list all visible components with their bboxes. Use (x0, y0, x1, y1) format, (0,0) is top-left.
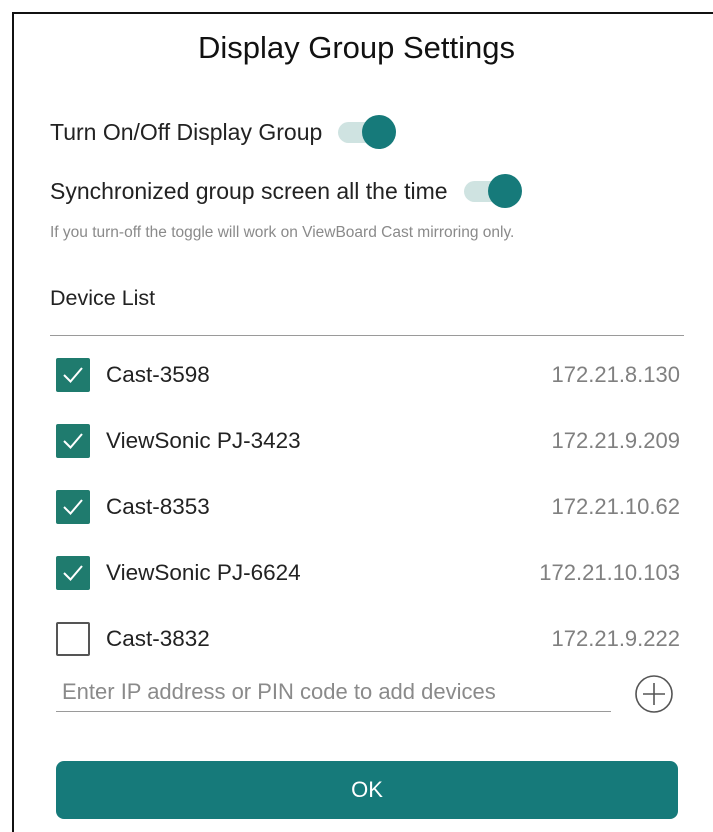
sync-group-row: Synchronized group screen all the time (50, 173, 522, 209)
device-row: ViewSonic PJ-6624 172.21.10.103 (56, 555, 680, 591)
display-group-label: Turn On/Off Display Group (50, 118, 323, 145)
add-device-input[interactable] (56, 672, 611, 712)
sync-group-label: Synchronized group screen all the time (50, 177, 448, 204)
sync-note: If you turn-off the toggle will work on … (50, 224, 515, 241)
check-icon (63, 367, 83, 383)
check-icon (63, 565, 83, 581)
device-checkbox[interactable] (56, 358, 90, 392)
device-checkbox[interactable] (56, 622, 90, 656)
check-icon (63, 499, 83, 515)
ok-button[interactable]: OK (56, 761, 678, 819)
dialog-title: Display Group Settings (197, 30, 516, 65)
device-ip: 172.21.9.222 (551, 626, 680, 651)
check-icon (63, 433, 83, 449)
device-name: Cast-3832 (106, 626, 210, 651)
device-row: Cast-8353 172.21.10.62 (56, 489, 680, 525)
display-group-toggle[interactable] (338, 114, 397, 150)
device-row: ViewSonic PJ-3423 172.21.9.209 (56, 423, 680, 459)
device-ip: 172.21.10.103 (539, 560, 680, 585)
plus-circle-icon[interactable] (634, 674, 674, 714)
toggle-knob (362, 115, 397, 149)
toggle-knob (487, 174, 522, 208)
device-checkbox[interactable] (56, 556, 90, 590)
device-name: ViewSonic PJ-6624 (106, 560, 301, 585)
device-row: Cast-3832 172.21.9.222 (56, 621, 680, 657)
divider (50, 335, 684, 336)
device-checkbox[interactable] (56, 424, 90, 458)
device-name: Cast-8353 (106, 494, 210, 519)
device-row: Cast-3598 172.21.8.130 (56, 357, 680, 393)
sync-group-toggle[interactable] (463, 173, 522, 209)
device-name: ViewSonic PJ-3423 (106, 428, 301, 453)
device-ip: 172.21.8.130 (551, 362, 680, 387)
device-ip: 172.21.9.209 (551, 428, 680, 453)
device-ip: 172.21.10.62 (551, 494, 680, 519)
device-list-label: Device List (50, 286, 156, 310)
display-group-row: Turn On/Off Display Group (50, 114, 397, 150)
device-name: Cast-3598 (106, 362, 210, 387)
device-checkbox[interactable] (56, 490, 90, 524)
